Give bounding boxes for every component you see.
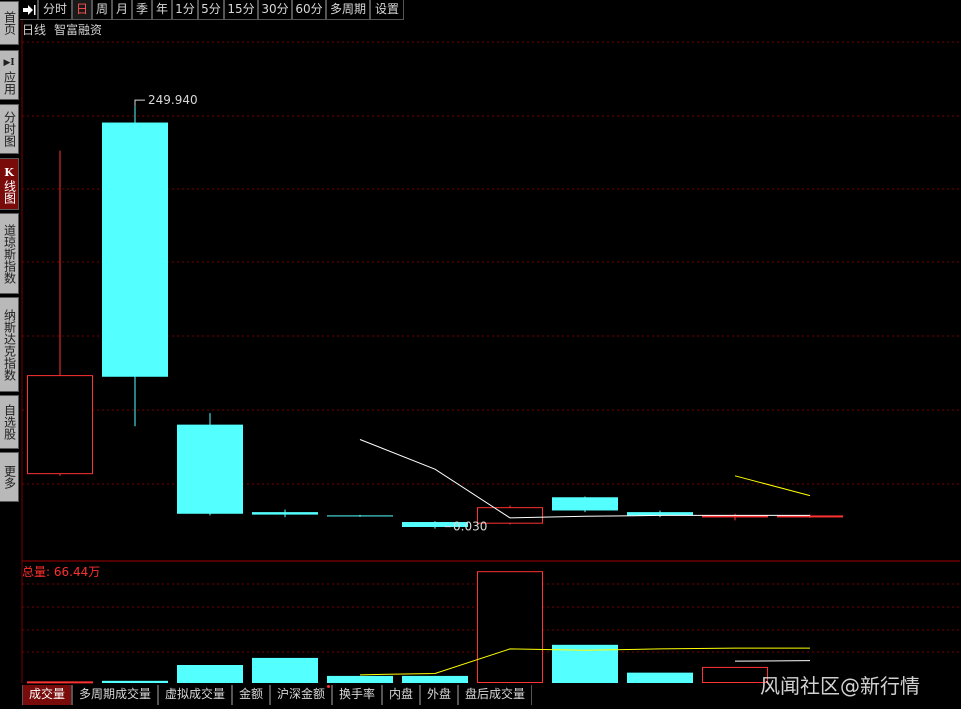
volume-bar (177, 665, 243, 683)
volume-bar (702, 666, 768, 684)
indicator-label: 多周期成交量 (78, 687, 151, 701)
low-label: 0.030 (453, 520, 487, 534)
candle-body (552, 497, 618, 511)
indicator-tab-hs-amount[interactable]: 沪深金额 (270, 685, 332, 705)
candle-body (27, 375, 93, 475)
indicator-label: 内盘 (388, 687, 413, 701)
kline-chart[interactable]: 249.940 0.030 (0, 0, 961, 684)
volume-bar (27, 681, 93, 684)
indicator-tab-amount[interactable]: 金额 (232, 685, 270, 705)
indicator-tab-after-hours[interactable]: 盘后成交量 (458, 685, 532, 705)
volume-bar (402, 675, 468, 683)
volume-ma-white (734, 660, 811, 662)
indicator-label: 沪深金额 (276, 687, 325, 701)
volume-bar (102, 680, 168, 683)
indicator-label: 外盘 (426, 687, 451, 701)
indicator-label: 虚拟成交量 (164, 687, 225, 701)
volume-bar (252, 657, 318, 683)
indicator-label: 成交量 (28, 687, 65, 701)
candle-body (252, 512, 318, 515)
indicator-label: 金额 (238, 687, 263, 701)
candle-body (702, 515, 768, 518)
indicator-tab-turnover[interactable]: 换手率 (332, 685, 382, 705)
indicator-tab-virtual-volume[interactable]: 虚拟成交量 (158, 685, 232, 705)
ma-line-yellow (734, 475, 811, 497)
candle-body (102, 122, 168, 377)
indicator-tab-volume[interactable]: 成交量 (22, 685, 72, 705)
volume-bar (327, 675, 393, 683)
indicator-label: 换手率 (338, 687, 375, 701)
indicator-tab-outer[interactable]: 外盘 (420, 685, 458, 705)
candle-body (177, 424, 243, 514)
watermark: 风闻社区@新行情 (760, 674, 920, 698)
high-label: 249.940 (148, 93, 198, 107)
indicator-tab-inner[interactable]: 内盘 (382, 685, 420, 705)
volume-bar (477, 571, 543, 684)
indicator-label: 盘后成交量 (464, 687, 525, 701)
high-pointer (134, 99, 145, 107)
new-badge-dot (327, 685, 330, 688)
candle-body (777, 515, 843, 518)
indicator-tab-multi-volume[interactable]: 多周期成交量 (72, 685, 158, 705)
volume-bar (627, 672, 693, 683)
candle-body (327, 515, 393, 517)
